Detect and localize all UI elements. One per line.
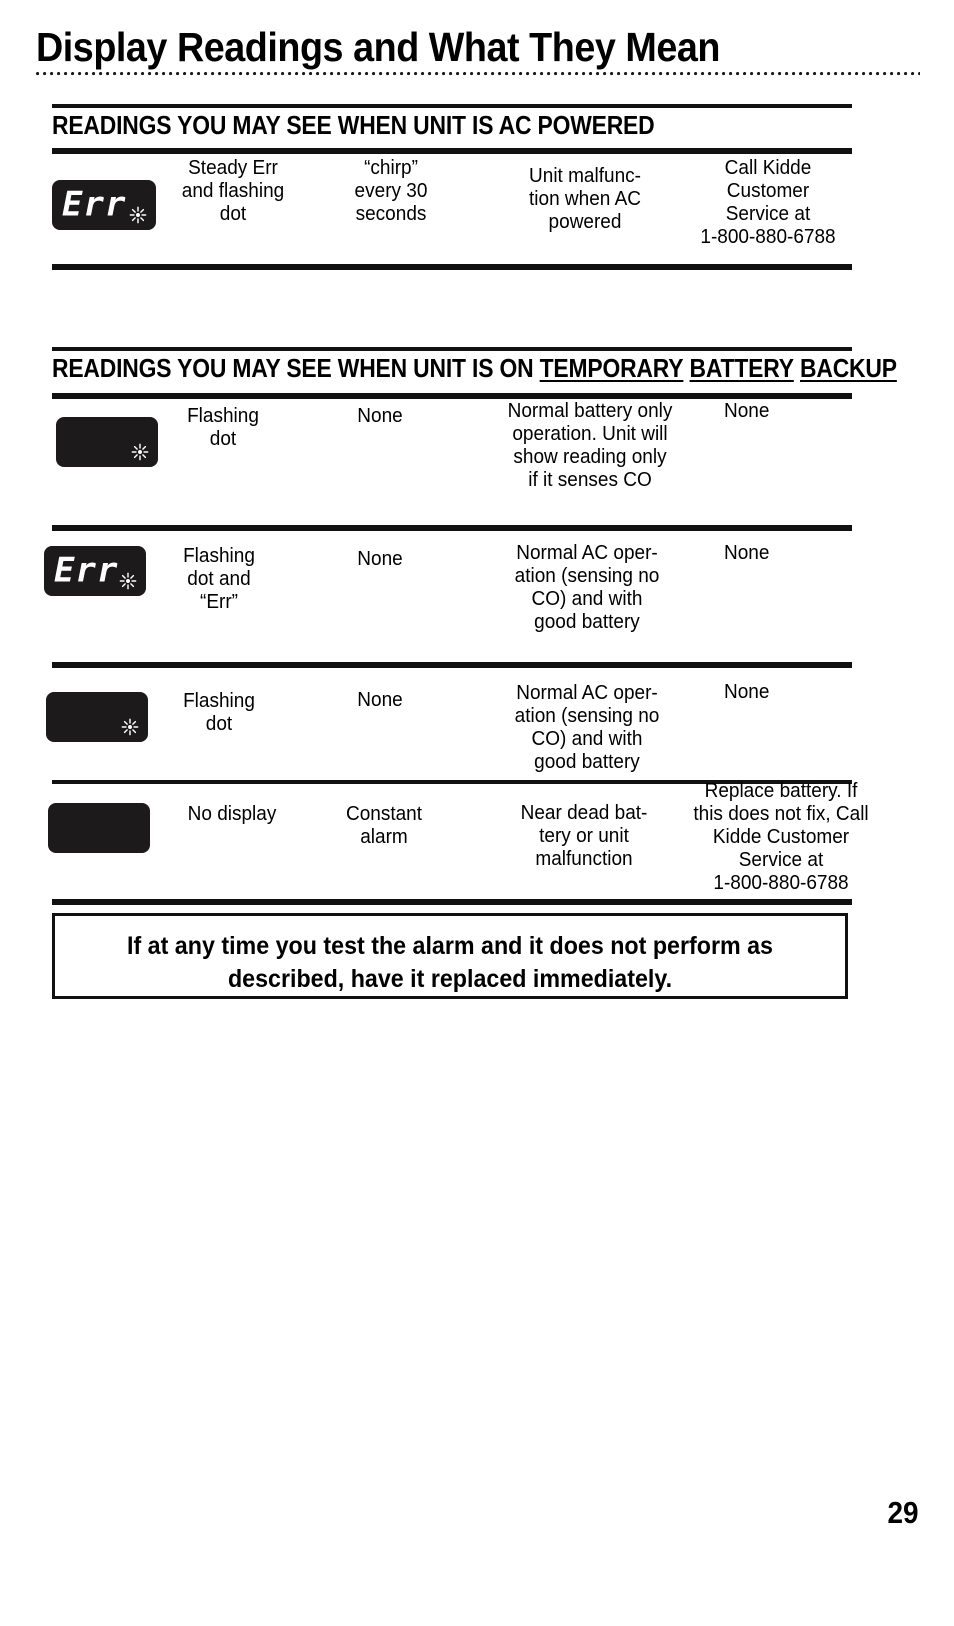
section2-heading-underline-3: BACKUP [800,353,897,383]
section2-heading-text: READINGS YOU MAY SEE WHEN UNIT IS ON [52,353,540,383]
flashing-dot-icon [129,206,147,224]
page-title: Display Readings and What They Mean [36,24,720,70]
cell-reading-r1: Steady Err and flashing dot [181,157,285,225]
lcd-digits: Err [62,184,127,225]
cell-sound-b2: None [357,548,403,570]
lcd-digits: Err [54,550,119,591]
section2-heading-underline-2: BATTERY [689,353,794,383]
flashing-dot-icon [119,572,137,590]
cell-meaning-b3: Normal AC oper-ation (sensing no CO) and … [514,682,660,773]
flashing-dot-icon [131,443,149,461]
cell-reading-b3: Flashing dot [183,690,255,735]
section2-top-rule [52,347,852,351]
section2-header-rule [52,393,852,399]
section1-bottom-rule [52,264,852,270]
notice-line-1: If at any time you test the alarm and it… [127,932,773,960]
cell-meaning-b2: Normal AC oper-ation (sensing no CO) and … [514,542,660,633]
section-heading-battery-backup: READINGS YOU MAY SEE WHEN UNIT IS ON TEM… [52,353,897,383]
cell-meaning-b4: Near dead bat-tery or unit malfunction [520,802,648,870]
lcd-display-err-ac: Err [52,180,156,230]
section1-top-rule [52,104,852,108]
lcd-display-blank-dot-1 [56,417,158,467]
notice-text: If at any time you test the alarm and it… [83,930,818,996]
section2-row1-rule [52,525,852,531]
section2-heading-underline-1: TEMPORARY [539,353,684,383]
manual-page: Display Readings and What They Mean READ… [0,0,954,1626]
section-heading-ac-powered: READINGS YOU MAY SEE WHEN UNIT IS AC POW… [52,110,655,140]
cell-sound-b4: Constant alarm [345,803,423,848]
cell-action-b1: None [724,400,770,422]
notice-line-2: described, have it replaced immediately. [227,965,673,993]
lcd-display-blank-dot-2 [46,692,148,742]
cell-sound-b3: None [357,689,403,711]
lcd-display-blank-no-dot [48,803,150,853]
flashing-dot-icon [121,718,139,736]
page-header: Display Readings and What They Mean [36,24,920,77]
cell-meaning-b1: Normal battery only operation. Unit will s… [507,400,673,491]
section2-bottom-rule [52,899,852,905]
page-number: 29 [886,1495,918,1530]
cell-reading-b4: No display [187,803,277,825]
cell-sound-r1: “chirp” every 30 seconds [354,157,428,225]
section1-heading-text: READINGS YOU MAY SEE WHEN UNIT IS AC POW… [52,110,655,140]
notice-box: If at any time you test the alarm and it… [52,913,848,999]
cell-action-b2: None [724,542,770,564]
cell-action-r1: Call Kidde Customer Service at 1-800-880-67… [700,157,836,248]
title-dotted-rule [36,72,920,77]
lcd-display-err-battery: Err [44,546,146,596]
cell-reading-b2: Flashing dot and “Err” [183,545,255,613]
cell-reading-b1: Flashing dot [187,405,259,450]
cell-meaning-r1: Unit malfunc-tion when AC powered [529,165,641,233]
section1-header-rule [52,148,852,154]
cell-action-b3: None [724,681,770,703]
cell-action-b4: Replace battery. If this does not fix, Ca… [693,780,869,894]
cell-sound-b1: None [357,405,403,427]
section2-row2-rule [52,662,852,668]
